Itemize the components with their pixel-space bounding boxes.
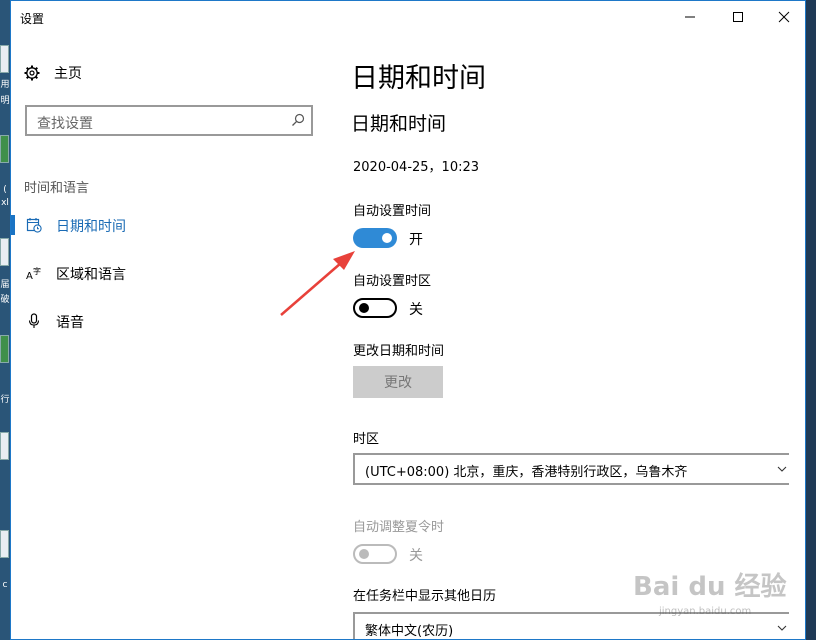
desktop-file-label: 届 [0, 280, 10, 290]
watermark: Bai du 经验 jingyan.baidu.com [629, 566, 804, 626]
desktop-file-icon[interactable] [0, 432, 9, 460]
settings-window: 设置 主页 查找设置 时间和语言 日期和时间 A 字 区域和语言 语音 日期和时… [10, 0, 806, 640]
watermark-brand: Bai du 经验 [633, 572, 787, 602]
desktop-file-icon[interactable] [0, 135, 9, 163]
desktop-file-icon[interactable] [0, 530, 9, 558]
desktop-file-label: c [2, 580, 8, 590]
desktop-background: 用 明 ( xl 届 破 行 c [0, 0, 10, 640]
desktop-file-icon[interactable] [0, 238, 9, 266]
desktop-file-icon[interactable] [0, 335, 9, 363]
desktop-file-label: 破 [0, 295, 10, 305]
desktop-file-label: ( [3, 185, 7, 195]
desktop-file-icon[interactable] [0, 45, 9, 73]
desktop-file-label: 明 [0, 96, 10, 106]
annotation-arrow-icon [280, 251, 355, 316]
desktop-file-label: 行 [0, 395, 10, 405]
desktop-file-label: xl [1, 198, 9, 208]
watermark-url: jingyan.baidu.com [659, 606, 752, 617]
desktop-file-label: 用 [0, 80, 10, 90]
